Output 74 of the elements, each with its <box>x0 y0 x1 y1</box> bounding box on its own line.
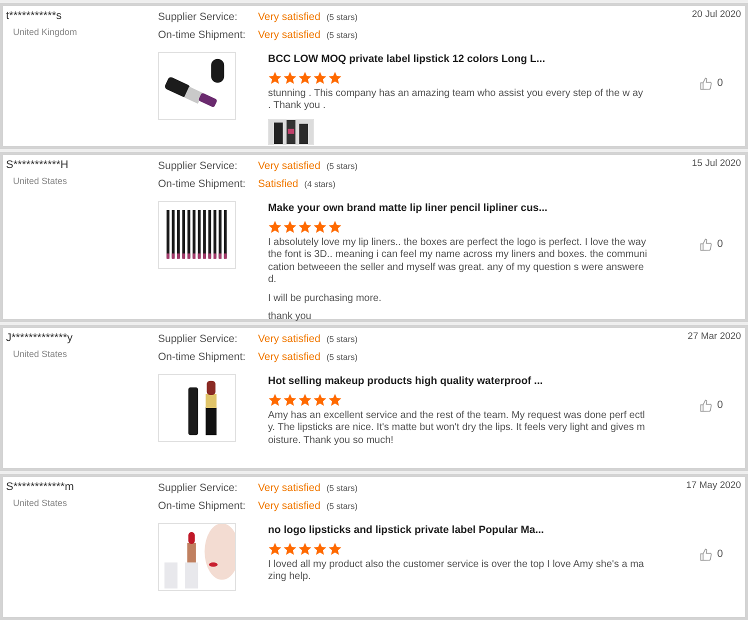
buyer-country: United States <box>12 496 68 510</box>
rating-label: On-time Shipment: <box>158 177 247 192</box>
thumbs-up-icon[interactable] <box>699 399 714 414</box>
star-icon <box>268 220 282 234</box>
like-count: 0 <box>717 398 723 414</box>
buyer-name: t***********s <box>6 9 63 24</box>
review-date: 17 May 2020 <box>686 479 741 493</box>
buyer-country: United States <box>12 174 68 188</box>
rating-verdict: Satisfied <box>258 177 298 192</box>
rating-verdict: Very satisfied <box>258 350 320 365</box>
rating-verdict: Very satisfied <box>258 481 320 496</box>
review-date: 15 Jul 2020 <box>692 157 741 171</box>
like-count: 0 <box>717 76 723 92</box>
rating-label: Supplier Service: <box>158 10 238 25</box>
buyer-name: S************m <box>6 480 75 495</box>
star-icon <box>313 542 327 556</box>
review-text: I will be purchasing more. <box>268 292 382 306</box>
star-icon <box>328 542 342 556</box>
rating-stars-count: (5 stars) <box>326 351 358 364</box>
star-icon <box>298 542 312 556</box>
rating-stars-count: (5 stars) <box>326 11 358 24</box>
review-text: stunning . This company has an amazing team who assist you every step of the w ay . Thank you . <box>268 88 644 113</box>
rating-label: Supplier Service: <box>158 481 238 496</box>
rating-stars-count: (5 stars) <box>326 482 358 495</box>
rating-verdict: Very satisfied <box>258 499 320 514</box>
product-title[interactable]: Hot selling makeup products high quality waterproof ... <box>268 374 648 390</box>
buyer-name: J*************y <box>6 331 74 346</box>
star-icon <box>328 392 342 407</box>
thumbs-up-icon[interactable] <box>699 77 714 92</box>
buyer-country: United Kingdom <box>12 26 78 39</box>
star-icon <box>283 392 297 407</box>
rating-stars-count: (5 stars) <box>326 29 358 42</box>
review-date: 20 Jul 2020 <box>692 8 741 22</box>
buyer-name: S***********H <box>6 158 70 173</box>
thumbs-up-icon[interactable] <box>699 548 714 562</box>
star-icon <box>328 220 342 234</box>
rating-label: On-time Shipment: <box>158 28 247 43</box>
star-icon <box>268 392 282 407</box>
rating-verdict: Very satisfied <box>258 332 320 347</box>
rating-verdict: Very satisfied <box>258 10 320 25</box>
star-icon <box>313 70 327 85</box>
rating-stars-count: (5 stars) <box>326 160 358 173</box>
review-text: Amy has an excellent service and the rest of the team. My request was done perf ectly. The lipsticks are nice. It's matte but won't dry the lips. It feels very light and gives moisture. Thank you so much! <box>268 410 646 448</box>
star-icon <box>298 392 312 407</box>
product-title[interactable]: Make your own brand matte lip liner pencil lipliner cus... <box>268 201 648 217</box>
rating-verdict: Very satisfied <box>258 159 320 174</box>
buyer-country: United States <box>12 348 68 360</box>
product-title[interactable]: no logo lipsticks and lipstick private label Popular Ma... <box>268 523 648 539</box>
rating-stars-count: (5 stars) <box>326 333 358 346</box>
rating-label: On-time Shipment: <box>158 499 247 514</box>
star-icon <box>268 542 282 556</box>
star-icon <box>283 542 297 556</box>
rating-stars-count: (5 stars) <box>326 500 358 513</box>
rating-label: Supplier Service: <box>158 332 238 347</box>
review-text: I absolutely love my lip liners.. the boxes are perfect the logo is perfect. I love the way the font is 3D.. meaning i can feel my name across my liners and boxes. the communication betweeen the seller and myself was great. any of my question s were answered. <box>268 236 648 287</box>
review-text: I loved all my product also the customer service is over the top I love Amy she's a mazing help. <box>268 558 645 584</box>
star-icon <box>298 70 312 85</box>
rating-label: Supplier Service: <box>158 159 238 174</box>
rating-label: On-time Shipment: <box>158 350 247 365</box>
like-count: 0 <box>717 237 723 252</box>
rating-stars-count: (4 stars) <box>304 178 336 191</box>
star-icon <box>283 220 297 234</box>
product-title[interactable]: BCC LOW MOQ private label lipstick 12 colors Long L... <box>268 52 648 68</box>
review-text: thank you <box>268 311 312 324</box>
like-count: 0 <box>717 547 723 562</box>
thumbs-up-icon[interactable] <box>699 238 714 252</box>
star-icon <box>298 220 312 234</box>
star-icon <box>313 392 327 407</box>
star-icon <box>283 70 297 85</box>
star-icon <box>328 70 342 85</box>
review-date: 27 Mar 2020 <box>688 330 741 344</box>
rating-verdict: Very satisfied <box>258 28 320 43</box>
star-icon <box>313 220 327 234</box>
star-icon <box>268 70 282 85</box>
